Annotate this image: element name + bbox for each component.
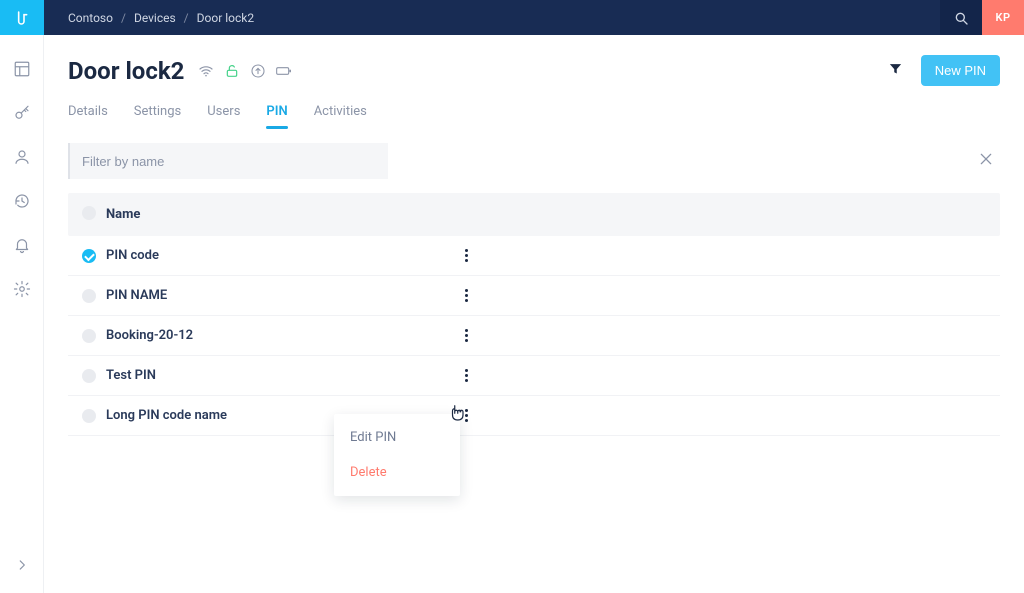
table-row[interactable]: Long PIN code name (68, 396, 1000, 436)
row-actions-button[interactable] (456, 326, 476, 346)
user-icon (13, 148, 31, 166)
row-name: PIN code (106, 248, 159, 263)
layout-icon (13, 60, 31, 78)
menu-item-edit-pin[interactable]: Edit PIN (334, 420, 460, 455)
table-header: Name (68, 193, 1000, 236)
search-button[interactable] (940, 0, 982, 35)
row-name: PIN NAME (106, 288, 167, 303)
table-row[interactable]: Booking-20-12 (68, 316, 1000, 356)
row-name: Long PIN code name (106, 408, 227, 423)
breadcrumb: Contoso / Devices / Door lock2 (44, 11, 254, 25)
tab-pin[interactable]: PIN (266, 104, 287, 129)
nav-keys[interactable] (12, 103, 32, 123)
new-pin-button[interactable]: New PIN (921, 55, 1000, 86)
brand-logo[interactable] (0, 0, 44, 35)
filter-toggle[interactable] (888, 61, 903, 80)
chevron-right-icon (15, 558, 29, 572)
filter-row (68, 143, 1000, 179)
nav-users[interactable] (12, 147, 32, 167)
breadcrumb-section[interactable]: Devices (134, 11, 176, 25)
filter-icon (888, 61, 903, 76)
left-nav (0, 35, 44, 593)
row-context-menu: Edit PIN Delete (334, 414, 460, 496)
tab-users[interactable]: Users (207, 104, 240, 129)
search-icon (953, 10, 969, 26)
table-row[interactable]: PIN code (68, 236, 1000, 276)
page-header: Door lock2 New PIN (68, 55, 1000, 86)
row-checkbox[interactable] (82, 409, 106, 423)
row-checkbox[interactable] (82, 329, 106, 343)
row-name: Test PIN (106, 368, 156, 383)
unlock-icon (224, 63, 240, 79)
breadcrumb-sep-icon: / (184, 11, 189, 25)
table-row[interactable]: Test PIN (68, 356, 1000, 396)
nav-activity[interactable] (12, 191, 32, 211)
row-actions-button[interactable] (456, 366, 476, 386)
page-title: Door lock2 (68, 57, 184, 85)
row-actions-button[interactable] (456, 246, 476, 266)
gear-icon (13, 280, 31, 298)
breadcrumb-org[interactable]: Contoso (68, 11, 113, 25)
table-row[interactable]: PIN NAME (68, 276, 1000, 316)
tab-settings[interactable]: Settings (134, 104, 181, 129)
nav-dashboard[interactable] (12, 59, 32, 79)
row-name: Booking-20-12 (106, 328, 193, 343)
bell-icon (13, 236, 31, 254)
row-checkbox[interactable] (82, 289, 106, 303)
row-actions-button[interactable] (456, 286, 476, 306)
clock-back-icon (13, 192, 31, 210)
user-avatar[interactable]: KP (982, 0, 1024, 35)
main-content: Door lock2 New PIN Details Settings User (44, 35, 1024, 593)
breadcrumb-sep-icon: / (121, 11, 126, 25)
tab-details[interactable]: Details (68, 104, 108, 129)
top-bar: Contoso / Devices / Door lock2 KP (44, 0, 1024, 35)
device-status-icons (198, 63, 292, 79)
close-filter-button[interactable] (972, 145, 1000, 177)
pin-table: Name PIN code PIN NAME Booking-20-12 Tes… (68, 193, 1000, 436)
column-header-name[interactable]: Name (106, 207, 140, 222)
nav-expand[interactable] (12, 555, 32, 575)
wifi-icon (198, 63, 214, 79)
nav-settings[interactable] (12, 279, 32, 299)
header-select-all[interactable] (82, 205, 106, 224)
menu-item-delete[interactable]: Delete (334, 455, 460, 490)
close-icon (978, 151, 994, 167)
battery-icon (276, 63, 292, 79)
upload-icon (250, 63, 266, 79)
breadcrumb-item[interactable]: Door lock2 (197, 11, 254, 25)
row-checkbox[interactable] (82, 369, 106, 383)
tab-activities[interactable]: Activities (314, 104, 367, 129)
logo-icon (14, 9, 30, 27)
nav-notifications[interactable] (12, 235, 32, 255)
row-checkbox[interactable] (82, 249, 106, 263)
key-icon (13, 104, 31, 122)
tabs: Details Settings Users PIN Activities (68, 104, 1000, 129)
filter-input[interactable] (82, 154, 376, 169)
filter-input-wrap[interactable] (68, 143, 388, 179)
